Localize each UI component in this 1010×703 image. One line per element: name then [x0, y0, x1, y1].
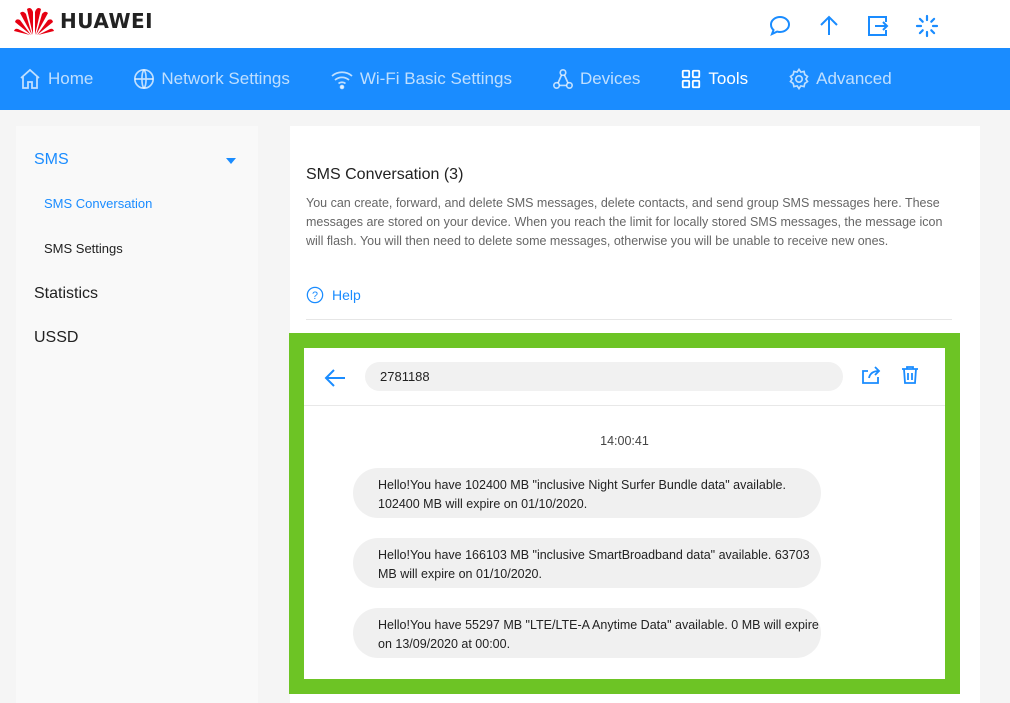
message-icon[interactable] [766, 12, 794, 40]
gear-icon [789, 68, 809, 90]
logout-icon[interactable] [864, 12, 892, 40]
wifi-icon [331, 71, 353, 90]
nav-home-label: Home [48, 69, 94, 88]
svg-text:?: ? [312, 290, 318, 302]
nav-tools[interactable]: Tools [680, 68, 748, 90]
upload-icon[interactable] [815, 12, 843, 40]
brand-name: HUAWEI [60, 9, 154, 33]
conversation-highlight: 2781188 14:00:41 Hello!You have 102400 M… [289, 333, 960, 694]
page-title: SMS Conversation (3) [306, 166, 464, 183]
devices-icon [552, 69, 573, 89]
message-bubble[interactable]: Hello!You have 166103 MB "inclusive Smar… [353, 538, 821, 588]
message-timestamp: 14:00:41 [600, 434, 649, 448]
sidebar-item-sms[interactable]: SMS [34, 151, 69, 169]
message-bubble[interactable]: Hello!You have 102400 MB "inclusive Nigh… [353, 468, 821, 518]
help-icon: ? [306, 286, 324, 304]
nav-advanced[interactable]: Advanced [788, 68, 892, 90]
nav-tools-label: Tools [708, 69, 749, 88]
trash-icon [902, 366, 918, 384]
loading-icon[interactable] [913, 12, 941, 40]
nav-devices[interactable]: Devices [552, 68, 640, 90]
globe-icon [134, 69, 155, 89]
forward-button[interactable] [860, 365, 882, 390]
back-button[interactable] [324, 368, 346, 393]
conversation-panel: 2781188 14:00:41 Hello!You have 102400 M… [304, 348, 945, 679]
tools-icon [682, 69, 701, 89]
nav-devices-label: Devices [579, 69, 641, 88]
arrow-left-icon [324, 369, 345, 387]
huawei-logo[interactable]: HUAWEI [14, 6, 153, 36]
help-link[interactable]: ? Help [306, 286, 361, 304]
share-icon [862, 366, 881, 384]
sidebar-item-sms-conversation[interactable]: SMS Conversation [44, 196, 152, 211]
nav-wifi-basic-settings[interactable]: Wi-Fi Basic Settings [330, 68, 512, 90]
nav-home[interactable]: Home [18, 67, 93, 91]
delete-button[interactable] [900, 365, 920, 390]
conversation-header: 2781188 [304, 348, 945, 406]
sidebar-item-statistics[interactable]: Statistics [34, 285, 98, 303]
message-bubble[interactable]: Hello!You have 55297 MB "LTE/LTE-A Anyti… [353, 608, 821, 658]
top-bar: HUAWEI [0, 0, 1010, 48]
nav-advanced-label: Advanced [816, 69, 892, 88]
page-description: You can create, forward, and delete SMS … [306, 196, 943, 248]
sidebar-item-sms-settings[interactable]: SMS Settings [44, 241, 123, 256]
chevron-down-icon[interactable] [226, 158, 236, 164]
sidebar: SMS SMS Conversation SMS Settings Statis… [16, 126, 258, 703]
nav-network-settings-label: Network Settings [161, 69, 290, 88]
nav-network-settings[interactable]: Network Settings [133, 68, 290, 90]
main-nav: Home Network Settings Wi-Fi Basic Settin… [0, 48, 1010, 110]
nav-wifi-basic-settings-label: Wi-Fi Basic Settings [359, 69, 512, 88]
home-icon [20, 68, 40, 89]
contact-number: 2781188 [365, 362, 843, 391]
huawei-flower-icon [14, 8, 54, 35]
help-label: Help [332, 287, 361, 303]
divider [306, 319, 952, 320]
sidebar-item-ussd[interactable]: USSD [34, 329, 78, 347]
